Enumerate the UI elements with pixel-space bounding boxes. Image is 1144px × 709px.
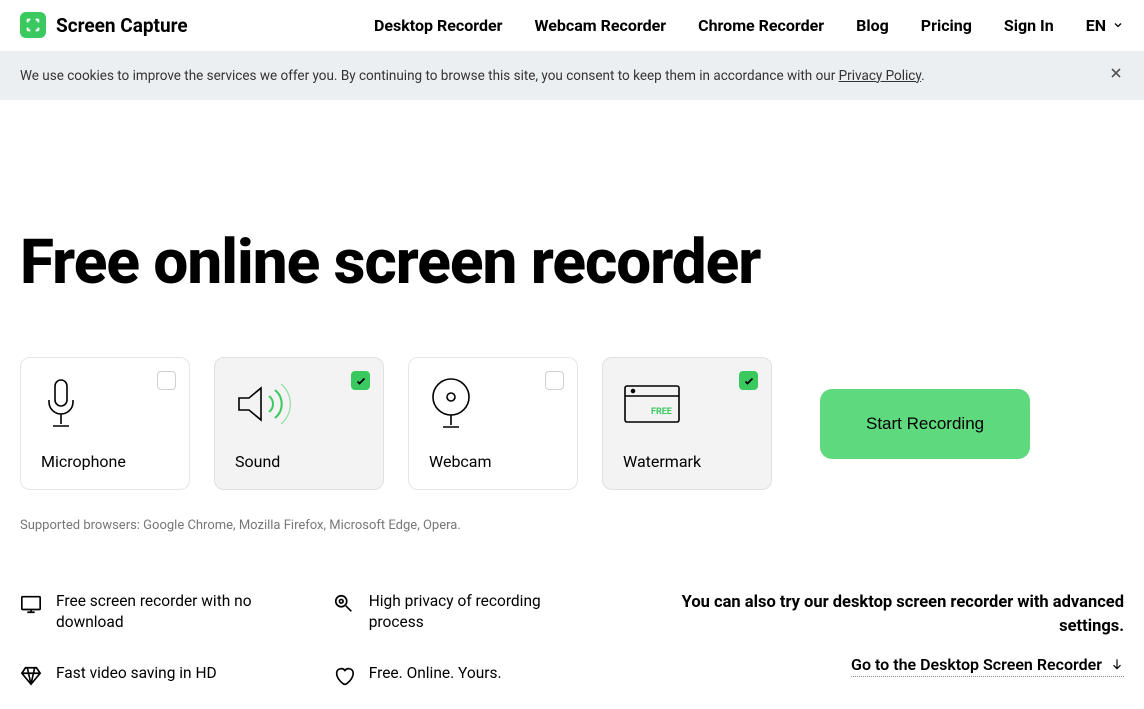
- monitor-icon: [20, 593, 42, 615]
- heart-icon: [333, 665, 355, 687]
- nav-webcam-recorder[interactable]: Webcam Recorder: [535, 16, 667, 35]
- supported-browsers: Supported browsers: Google Chrome, Mozil…: [20, 518, 1124, 533]
- start-recording-button[interactable]: Start Recording: [820, 389, 1030, 459]
- nav-blog[interactable]: Blog: [856, 16, 889, 35]
- cookie-bar: We use cookies to improve the services w…: [0, 51, 1144, 100]
- privacy-icon: [333, 593, 355, 615]
- desktop-cta-text: You can also try our desktop screen reco…: [645, 591, 1124, 639]
- option-watermark[interactable]: FREE Watermark: [602, 357, 772, 490]
- feature-text: High privacy of recording process: [369, 591, 586, 633]
- microphone-icon: [41, 376, 169, 432]
- arrow-down-icon: [1110, 657, 1124, 671]
- desktop-recorder-link[interactable]: Go to the Desktop Screen Recorder: [851, 655, 1124, 677]
- feature-col-2: High privacy of recording process Free. …: [333, 591, 586, 687]
- feature-item: Free screen recorder with no download: [20, 591, 273, 633]
- brand-name: Screen Capture: [56, 14, 188, 37]
- page-title: Free online screen recorder: [20, 230, 1124, 295]
- options-row: Microphone Sound: [20, 357, 1124, 490]
- privacy-link[interactable]: Privacy Policy: [839, 68, 921, 84]
- option-label: Microphone: [41, 452, 169, 471]
- chevron-down-icon: [1112, 19, 1124, 31]
- feature-item: High privacy of recording process: [333, 591, 586, 633]
- option-label: Sound: [235, 452, 363, 471]
- language-selector[interactable]: EN: [1086, 16, 1124, 35]
- nav-signin[interactable]: Sign In: [1004, 16, 1054, 35]
- checkbox-watermark[interactable]: [739, 371, 758, 390]
- nav-desktop-recorder[interactable]: Desktop Recorder: [374, 16, 503, 35]
- feature-item: Free. Online. Yours.: [333, 663, 586, 687]
- main: Free online screen recorder Microphone: [0, 230, 1144, 687]
- option-sound[interactable]: Sound: [214, 357, 384, 490]
- checkbox-microphone[interactable]: [157, 371, 176, 390]
- diamond-icon: [20, 665, 42, 687]
- svg-text:FREE: FREE: [651, 407, 672, 417]
- webcam-icon: [429, 376, 557, 432]
- cookie-text: We use cookies to improve the services w…: [20, 68, 925, 84]
- option-webcam[interactable]: Webcam: [408, 357, 578, 490]
- feature-text: Free. Online. Yours.: [369, 663, 502, 684]
- option-label: Webcam: [429, 452, 557, 471]
- feature-col-1: Free screen recorder with no download Fa…: [20, 591, 273, 687]
- desktop-cta: You can also try our desktop screen reco…: [645, 591, 1124, 687]
- feature-text: Free screen recorder with no download: [56, 591, 273, 633]
- nav-pricing[interactable]: Pricing: [921, 16, 972, 35]
- checkbox-webcam[interactable]: [545, 371, 564, 390]
- feature-item: Fast video saving in HD: [20, 663, 273, 687]
- nav: Desktop Recorder Webcam Recorder Chrome …: [374, 16, 1124, 35]
- language-label: EN: [1086, 16, 1106, 35]
- option-label: Watermark: [623, 452, 751, 471]
- watermark-icon: FREE: [623, 376, 751, 432]
- logo-icon: [20, 12, 46, 38]
- nav-chrome-recorder[interactable]: Chrome Recorder: [698, 16, 824, 35]
- sound-icon: [235, 376, 363, 432]
- feature-row: Free screen recorder with no download Fa…: [20, 591, 1124, 687]
- option-microphone[interactable]: Microphone: [20, 357, 190, 490]
- logo[interactable]: Screen Capture: [20, 12, 188, 38]
- header: Screen Capture Desktop Recorder Webcam R…: [0, 0, 1144, 51]
- checkbox-sound[interactable]: [351, 371, 370, 390]
- close-icon[interactable]: [1108, 65, 1124, 86]
- feature-text: Fast video saving in HD: [56, 663, 217, 684]
